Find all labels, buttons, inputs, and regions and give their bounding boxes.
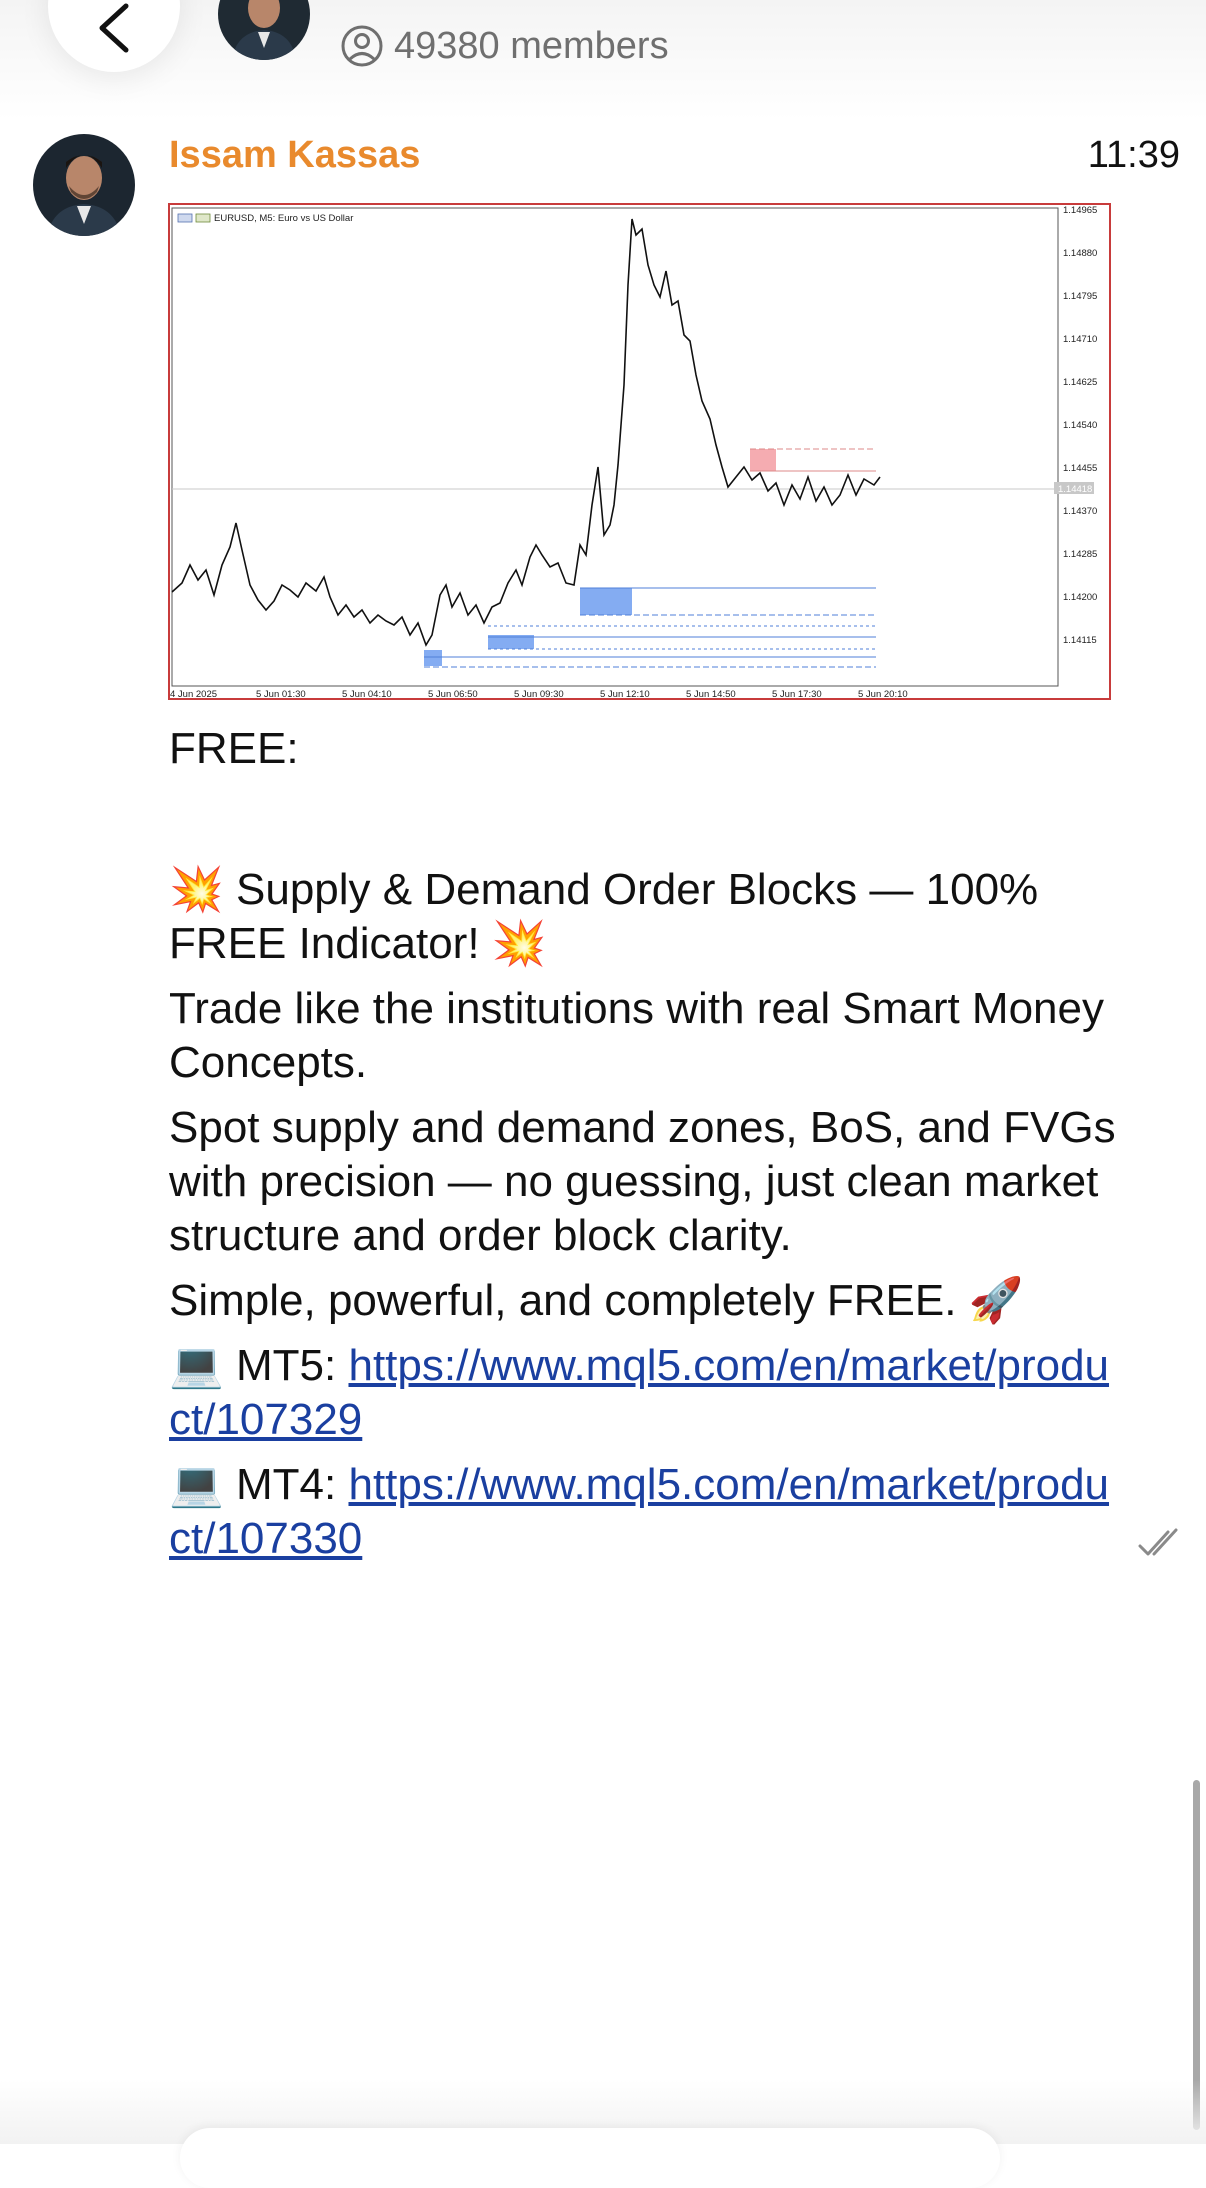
- headline: 💥 Supply & Demand Order Blocks — 100% FR…: [169, 863, 1119, 971]
- collision-emoji: 💥: [169, 864, 224, 915]
- headline-text: Supply & Demand Order Blocks — 100% FREE…: [169, 865, 1039, 968]
- time-tick: 4 Jun 2025: [170, 689, 217, 698]
- message-time: 11:39: [1087, 134, 1180, 176]
- time-tick: 5 Jun 09:30: [514, 689, 564, 698]
- current-price-tag: 1.14418: [1058, 484, 1092, 495]
- rocket-emoji: 🚀: [968, 1275, 1024, 1326]
- mt5-line: 💻 MT5: https://www.mql5.com/en/market/pr…: [169, 1339, 1119, 1447]
- chart-image[interactable]: EURUSD, M5: Euro vs US Dollar 1.14965 1.…: [168, 203, 1111, 700]
- back-button[interactable]: [48, 0, 180, 72]
- mt5-label: MT5:: [223, 1341, 349, 1390]
- channel-avatar[interactable]: [218, 0, 310, 60]
- price-tick: 1.14625: [1063, 377, 1097, 388]
- price-tick: 1.14540: [1063, 420, 1097, 431]
- price-tick: 1.14200: [1063, 592, 1097, 603]
- scrollbar-thumb[interactable]: [1193, 1780, 1200, 2130]
- paragraph-simple: Simple, powerful, and completely FREE. 🚀: [169, 1274, 1119, 1328]
- mt4-line: 💻 MT4: https://www.mql5.com/en/market/pr…: [169, 1458, 1119, 1566]
- price-tick: 1.14710: [1063, 334, 1097, 345]
- eurusd-chart: EURUSD, M5: Euro vs US Dollar 1.14965 1.…: [170, 205, 1109, 700]
- read-checkmarks-icon: [1138, 1528, 1184, 1563]
- time-tick: 5 Jun 06:50: [428, 689, 478, 698]
- time-tick: 5 Jun 14:50: [686, 689, 736, 698]
- price-tick: 1.14370: [1063, 506, 1097, 517]
- paragraph-trade: Trade like the institutions with real Sm…: [169, 984, 1104, 1087]
- mt4-label: MT4:: [223, 1460, 349, 1509]
- members-count: 49380 members: [340, 24, 669, 68]
- time-tick: 5 Jun 04:10: [342, 689, 392, 698]
- sender-avatar[interactable]: [33, 134, 135, 236]
- message-body: FREE: 💥 Supply & Demand Order Blocks — 1…: [169, 722, 1119, 1577]
- free-label: FREE:: [169, 724, 299, 773]
- time-tick: 5 Jun 01:30: [256, 689, 306, 698]
- price-tick: 1.14115: [1063, 635, 1097, 646]
- price-tick: 1.14285: [1063, 549, 1097, 560]
- price-tick: 1.14965: [1063, 205, 1097, 216]
- sender-name[interactable]: Issam Kassas: [169, 134, 420, 177]
- collision-emoji: 💥: [491, 918, 547, 969]
- chat-header: 49380 members: [0, 0, 1206, 120]
- chevron-left-icon: [99, 3, 129, 53]
- user-circle-icon: [341, 25, 383, 67]
- time-tick: 5 Jun 20:10: [858, 689, 908, 698]
- laptop-emoji: 💻: [169, 1459, 224, 1510]
- time-tick: 5 Jun 17:30: [772, 689, 822, 698]
- message-input-bar[interactable]: [180, 2128, 1000, 2188]
- chart-symbol-label: EURUSD, M5: Euro vs US Dollar: [214, 213, 353, 224]
- paragraph-simple-text: Simple, powerful, and completely FREE.: [169, 1276, 969, 1325]
- time-tick: 5 Jun 12:10: [600, 689, 650, 698]
- members-count-text: 49380 members: [394, 24, 669, 67]
- paragraph-spot: Spot supply and demand zones, BoS, and F…: [169, 1103, 1116, 1260]
- price-tick: 1.14795: [1063, 291, 1097, 302]
- laptop-emoji: 💻: [169, 1340, 224, 1391]
- price-tick: 1.14455: [1063, 463, 1097, 474]
- price-tick: 1.14880: [1063, 248, 1097, 259]
